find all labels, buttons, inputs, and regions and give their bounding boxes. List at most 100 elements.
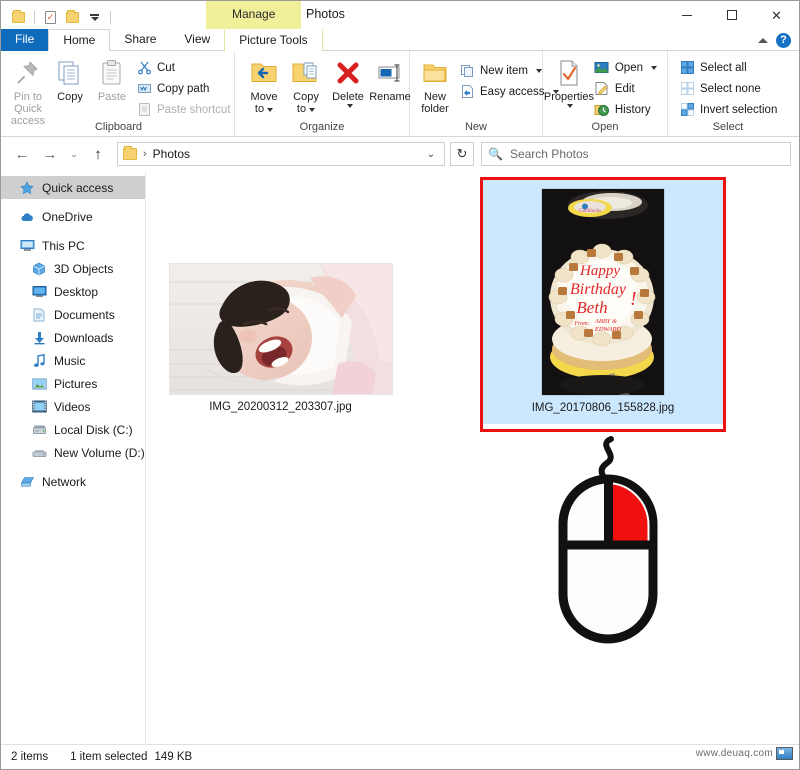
invert-selection-icon: [679, 102, 695, 118]
scissors-icon: [136, 60, 152, 76]
sidebar-item-3d-objects[interactable]: 3D Objects: [1, 257, 145, 280]
tab-home[interactable]: Home: [48, 29, 111, 51]
sidebar-item-music[interactable]: Music: [1, 349, 145, 372]
sidebar-label: Local Disk (C:): [54, 422, 133, 437]
downloads-icon: [31, 330, 47, 346]
move-to-button[interactable]: Move to: [243, 54, 285, 115]
breadcrumb-bar[interactable]: › Photos ⌄: [117, 142, 445, 166]
delete-label: Delete: [332, 91, 364, 103]
search-icon: 🔍: [488, 147, 503, 161]
sidebar-item-onedrive[interactable]: OneDrive: [1, 205, 145, 228]
copy-button[interactable]: Copy: [49, 54, 91, 103]
sidebar-item-documents[interactable]: Documents: [1, 303, 145, 326]
qat-folder-icon[interactable]: [9, 8, 28, 27]
address-bar: ← → ⌄ ↑ › Photos ⌄ ↻ 🔍 Search Photos: [1, 137, 799, 171]
maximize-button[interactable]: [709, 1, 754, 29]
invert-selection-button[interactable]: Invert selection: [676, 99, 783, 120]
ribbon-group-select: Select all Select none Invert selection …: [668, 51, 788, 136]
sidebar-item-network[interactable]: Network: [1, 470, 145, 493]
close-button[interactable]: ✕: [754, 1, 799, 29]
file-list-view[interactable]: IMG_20200312_203307.jpg Goldilocks Happy…: [146, 171, 799, 744]
search-box[interactable]: 🔍 Search Photos: [481, 142, 791, 166]
close-icon: ✕: [771, 7, 782, 23]
edit-button[interactable]: Edit: [591, 78, 663, 99]
minimize-button[interactable]: [664, 1, 709, 29]
sidebar-item-desktop[interactable]: Desktop: [1, 280, 145, 303]
recent-locations-button[interactable]: ⌄: [65, 141, 83, 167]
easy-access-label: Easy access: [480, 85, 545, 98]
cut-button[interactable]: Cut: [133, 57, 237, 78]
chevron-down-icon: ⌄: [70, 148, 78, 159]
sidebar-item-downloads[interactable]: Downloads: [1, 326, 145, 349]
open-label: Open: [614, 61, 643, 74]
pictures-icon: [31, 376, 47, 392]
svg-text:Beth: Beth: [576, 298, 607, 317]
select-none-label: Select none: [700, 82, 761, 95]
copy-path-button[interactable]: Copy path: [133, 78, 237, 99]
refresh-button[interactable]: ↻: [450, 142, 474, 166]
baby-photo-thumbnail: [169, 264, 392, 394]
select-all-button[interactable]: Select all: [676, 57, 783, 78]
qat-properties-icon[interactable]: ✓: [41, 8, 60, 27]
folder-icon: [123, 146, 137, 160]
divider: [34, 10, 35, 24]
history-button[interactable]: History: [591, 99, 663, 120]
paste-shortcut-button[interactable]: Paste shortcut: [133, 99, 237, 120]
file-tile-selected[interactable]: Goldilocks Happy Birthday Beth ! From: A…: [480, 177, 726, 424]
select-none-button[interactable]: Select none: [676, 78, 783, 99]
breadcrumb-photos[interactable]: Photos: [153, 147, 190, 161]
forward-arrow-icon: →: [42, 145, 58, 163]
group-label-organize: Organize: [299, 121, 345, 133]
network-icon: [19, 474, 35, 490]
rename-button[interactable]: Rename: [369, 54, 411, 103]
sidebar-item-pictures[interactable]: Pictures: [1, 372, 145, 395]
sidebar-item-videos[interactable]: Videos: [1, 395, 145, 418]
forward-button[interactable]: →: [37, 141, 63, 167]
tab-picture-tools[interactable]: Picture Tools: [224, 29, 323, 51]
back-button[interactable]: ←: [9, 141, 35, 167]
svg-text:EDWARD: EDWARD: [594, 326, 622, 333]
paste-button[interactable]: Paste: [91, 54, 133, 103]
copy-to-button[interactable]: Copy to: [285, 54, 327, 115]
copy-to-label-line2: to: [297, 103, 316, 115]
file-name: IMG_20170806_155828.jpg: [531, 402, 675, 414]
address-dropdown-icon[interactable]: ⌄: [420, 143, 442, 165]
copy-to-label-line1: Copy: [293, 91, 319, 103]
watermark: www.deuaq.com: [696, 747, 793, 760]
qat-new-folder-icon[interactable]: [63, 8, 82, 27]
delete-button[interactable]: Delete: [327, 54, 369, 108]
properties-button[interactable]: Properties: [544, 54, 594, 108]
chevron-up-icon[interactable]: [758, 37, 768, 43]
chevron-down-icon: [651, 65, 657, 70]
chevron-down-icon: [535, 68, 542, 73]
open-picture-icon: [594, 60, 610, 76]
sidebar-item-new-volume-d[interactable]: New Volume (D:): [1, 441, 145, 464]
sidebar-item-this-pc[interactable]: This PC: [1, 234, 145, 257]
search-placeholder: Search Photos: [509, 147, 589, 161]
customize-chevron-icon[interactable]: [85, 8, 104, 27]
help-icon[interactable]: ?: [776, 32, 791, 48]
rename-icon: [375, 57, 405, 89]
select-all-icon: [679, 60, 695, 76]
up-button[interactable]: ↑: [85, 141, 111, 167]
history-label: History: [614, 103, 651, 116]
group-label-new: New: [464, 121, 487, 133]
tab-view[interactable]: View: [170, 29, 224, 51]
desktop-icon: [31, 284, 47, 300]
svg-text:!: !: [630, 288, 637, 310]
svg-text:ABBY &: ABBY &: [594, 318, 618, 325]
pin-to-quick-access-button[interactable]: Pin to Quick access: [7, 54, 49, 127]
sidebar-label: Pictures: [54, 376, 98, 391]
tab-share[interactable]: Share: [110, 29, 170, 51]
easy-access-icon: [459, 84, 475, 100]
watermark-icon: [776, 747, 793, 760]
new-item-icon: [459, 63, 475, 79]
tab-file[interactable]: File: [1, 29, 49, 51]
sidebar-item-local-disk-c[interactable]: Local Disk (C:): [1, 418, 145, 441]
documents-icon: [31, 307, 47, 323]
open-button[interactable]: Open: [591, 57, 663, 78]
new-folder-button[interactable]: New folder: [414, 54, 456, 115]
watermark-text: www.deuaq.com: [695, 748, 773, 759]
sidebar-item-quick-access[interactable]: Quick access: [1, 176, 145, 199]
file-tile[interactable]: IMG_20200312_203307.jpg: [163, 264, 398, 413]
